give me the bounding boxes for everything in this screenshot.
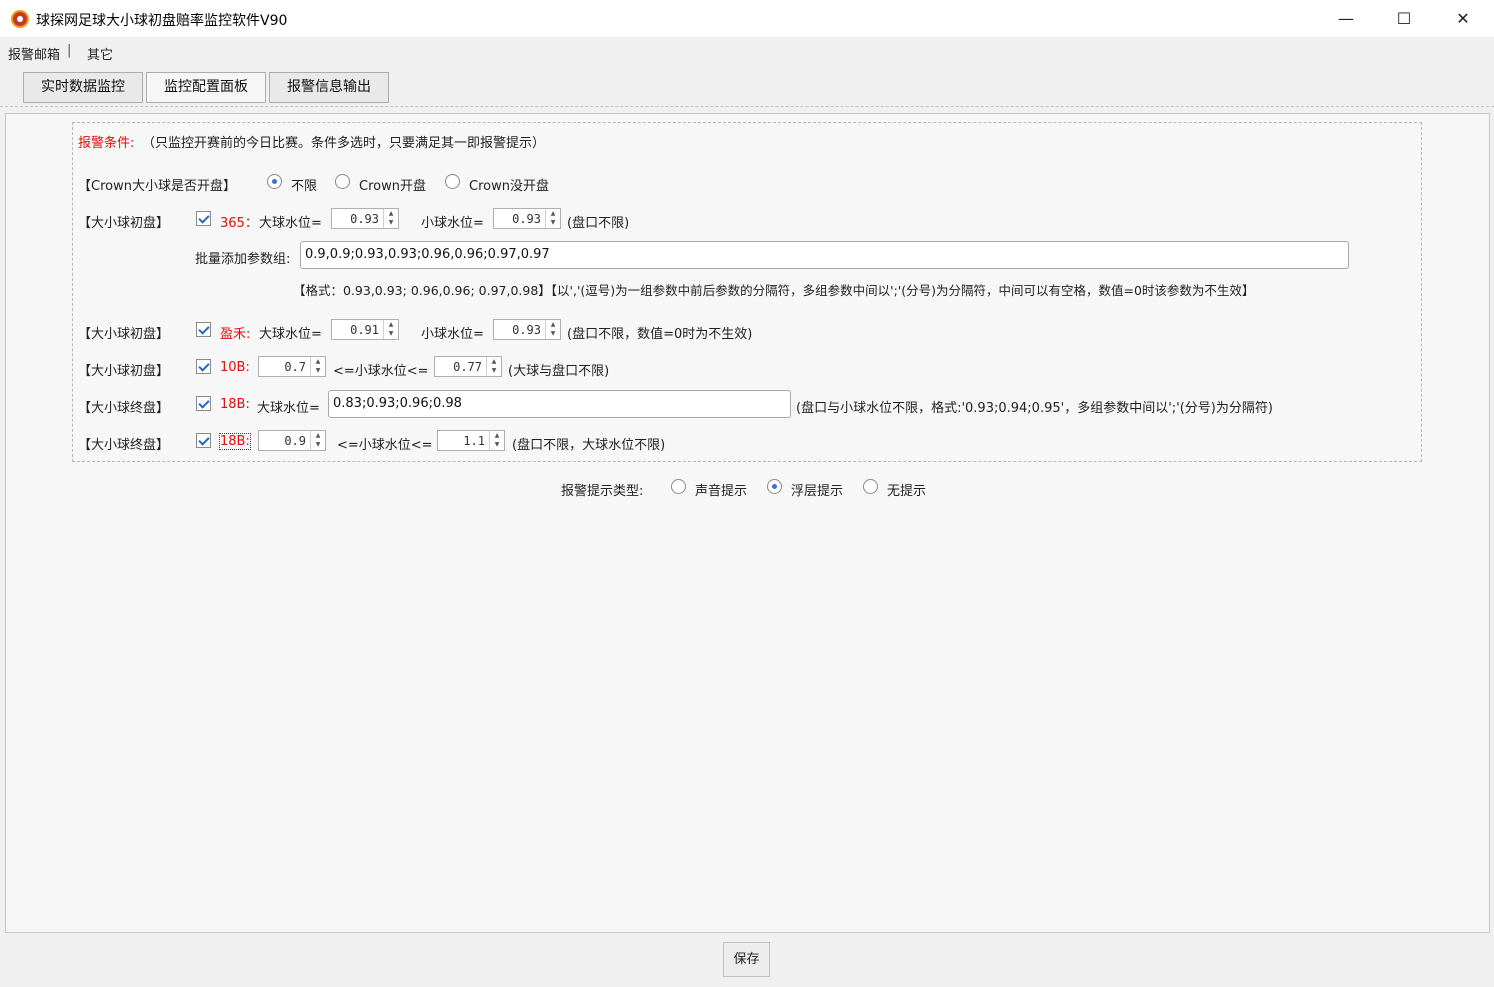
menu-other[interactable]: 其它 [87,44,113,63]
alert-type-label: 报警提示类型: [561,484,644,499]
batch-params-input[interactable]: 0.9,0.9;0.93,0.93;0.96,0.96;0.97,0.97 [300,241,1349,269]
row3-note: (大球与盘口不限) [508,364,610,379]
crown-option-open-radio[interactable] [335,174,350,189]
stepper-down-icon[interactable]: ▼ [487,366,501,375]
tab-monitor-config[interactable]: 监控配置面板 [146,72,266,103]
stepper-down-icon[interactable]: ▼ [311,366,325,375]
stepper-down-icon[interactable]: ▼ [384,218,398,227]
window-title: 球探网足球大小球初盘赔率监控软件V90 [36,13,288,29]
alert-none-radio[interactable] [863,479,878,494]
alert-none-label: 无提示 [887,484,927,499]
row2-label: 【大小球初盘】 [78,327,170,342]
row2-big-value: 0.91 [350,323,379,337]
crown-option-any-label: 不限 [291,179,318,194]
tab-divider [0,106,1494,107]
batch-params-label: 批量添加参数组: [195,252,291,267]
menu-alert-mailbox[interactable]: 报警邮箱 [8,44,60,63]
stepper-up-icon[interactable]: ▲ [384,209,398,218]
row1-big-stepper[interactable]: 0.93 ▲ ▼ [331,208,399,229]
row5-source-label: 18B: [219,433,251,450]
tab-realtime-monitor[interactable]: 实时数据监控 [23,72,143,103]
save-button[interactable]: 保存 [723,942,770,977]
stepper-up-icon[interactable]: ▲ [384,320,398,329]
row3-high-stepper[interactable]: 0.77 ▲ ▼ [434,356,502,377]
crown-option-closed-label: Crown没开盘 [469,179,549,194]
stepper-up-icon[interactable]: ▲ [311,431,325,440]
row4-enable-checkbox[interactable] [196,396,211,411]
row4-note: (盘口与小球水位不限，格式:'0.93;0.94;0.95'，多组参数中间以';… [796,401,1273,416]
row3-label: 【大小球初盘】 [78,364,170,379]
crown-option-open-label: Crown开盘 [359,179,426,194]
row2-big-label: 大球水位= [259,327,322,342]
row1-small-label: 小球水位= [421,216,484,231]
row3-mid-label: <=小球水位<= [333,364,429,379]
conditions-header-label: 报警条件: [78,136,135,151]
stepper-up-icon[interactable]: ▲ [311,357,325,366]
stepper-up-icon[interactable]: ▲ [487,357,501,366]
row3-enable-checkbox[interactable] [196,359,211,374]
row5-low-stepper[interactable]: 0.9 ▲ ▼ [258,430,326,451]
row2-source-label: 盈禾: [220,327,251,342]
row2-note: (盘口不限，数值=0时为不生效) [567,327,753,342]
tab-alert-output[interactable]: 报警信息输出 [269,72,389,103]
alert-sound-radio[interactable] [671,479,686,494]
app-logo-icon [11,10,29,28]
row5-enable-checkbox[interactable] [196,433,211,448]
maximize-button[interactable]: ☐ [1375,0,1433,37]
row1-source-label: 365： [220,216,258,231]
row1-big-value: 0.93 [350,212,379,226]
row3-low-value: 0.7 [284,360,306,374]
minimize-button[interactable]: — [1317,0,1375,37]
menu-bar: 报警邮箱 | 其它 [0,37,1494,66]
conditions-header-note: （只监控开赛前的今日比赛。条件多选时，只要满足其一即报警提示） [142,136,546,151]
row5-low-value: 0.9 [284,434,306,448]
alert-popup-radio[interactable] [767,479,782,494]
row2-small-label: 小球水位= [421,327,484,342]
row1-note: (盘口不限) [567,216,630,231]
stepper-down-icon[interactable]: ▼ [546,218,560,227]
row5-high-stepper[interactable]: 1.1 ▲ ▼ [437,430,505,451]
stepper-up-icon[interactable]: ▲ [546,320,560,329]
row3-source-label: 10B: [220,360,250,375]
menu-separator: | [67,43,72,58]
batch-format-note: 【格式：0.93,0.93; 0.96,0.96; 0.97,0.98】【以',… [293,283,1255,298]
row4-big-label: 大球水位= [257,401,320,416]
row3-high-value: 0.77 [453,360,482,374]
stepper-down-icon[interactable]: ▼ [546,329,560,338]
stepper-up-icon[interactable]: ▲ [490,431,504,440]
row5-note: (盘口不限，大球水位不限) [512,438,666,453]
close-button[interactable]: ✕ [1434,0,1492,37]
tab-bar: 实时数据监控 监控配置面板 报警信息输出 [0,66,1494,106]
stepper-down-icon[interactable]: ▼ [384,329,398,338]
stepper-down-icon[interactable]: ▼ [311,440,325,449]
row5-label: 【大小球终盘】 [78,438,170,453]
row4-label: 【大小球终盘】 [78,401,170,416]
row4-big-values-input[interactable]: 0.83;0.93;0.96;0.98 [328,390,791,418]
alert-popup-label: 浮层提示 [791,484,844,499]
crown-option-any-radio[interactable] [267,174,282,189]
row2-big-stepper[interactable]: 0.91 ▲ ▼ [331,319,399,340]
row1-big-label: 大球水位= [259,216,322,231]
row5-high-value: 1.1 [463,434,485,448]
row2-enable-checkbox[interactable] [196,322,211,337]
row1-enable-checkbox[interactable] [196,211,211,226]
alert-sound-label: 声音提示 [695,484,748,499]
crown-open-label: 【Crown大小球是否开盘】 [78,179,236,194]
stepper-down-icon[interactable]: ▼ [490,440,504,449]
row4-source-label: 18B: [220,397,250,412]
row2-small-stepper[interactable]: 0.93 ▲ ▼ [493,319,561,340]
row2-small-value: 0.93 [512,323,541,337]
row3-low-stepper[interactable]: 0.7 ▲ ▼ [258,356,326,377]
stepper-up-icon[interactable]: ▲ [546,209,560,218]
row5-mid-label: <=小球水位<= [337,438,433,453]
row1-small-value: 0.93 [512,212,541,226]
row1-small-stepper[interactable]: 0.93 ▲ ▼ [493,208,561,229]
title-bar: 球探网足球大小球初盘赔率监控软件V90 — ☐ ✕ [0,0,1494,37]
crown-option-closed-radio[interactable] [445,174,460,189]
row1-label: 【大小球初盘】 [78,216,170,231]
